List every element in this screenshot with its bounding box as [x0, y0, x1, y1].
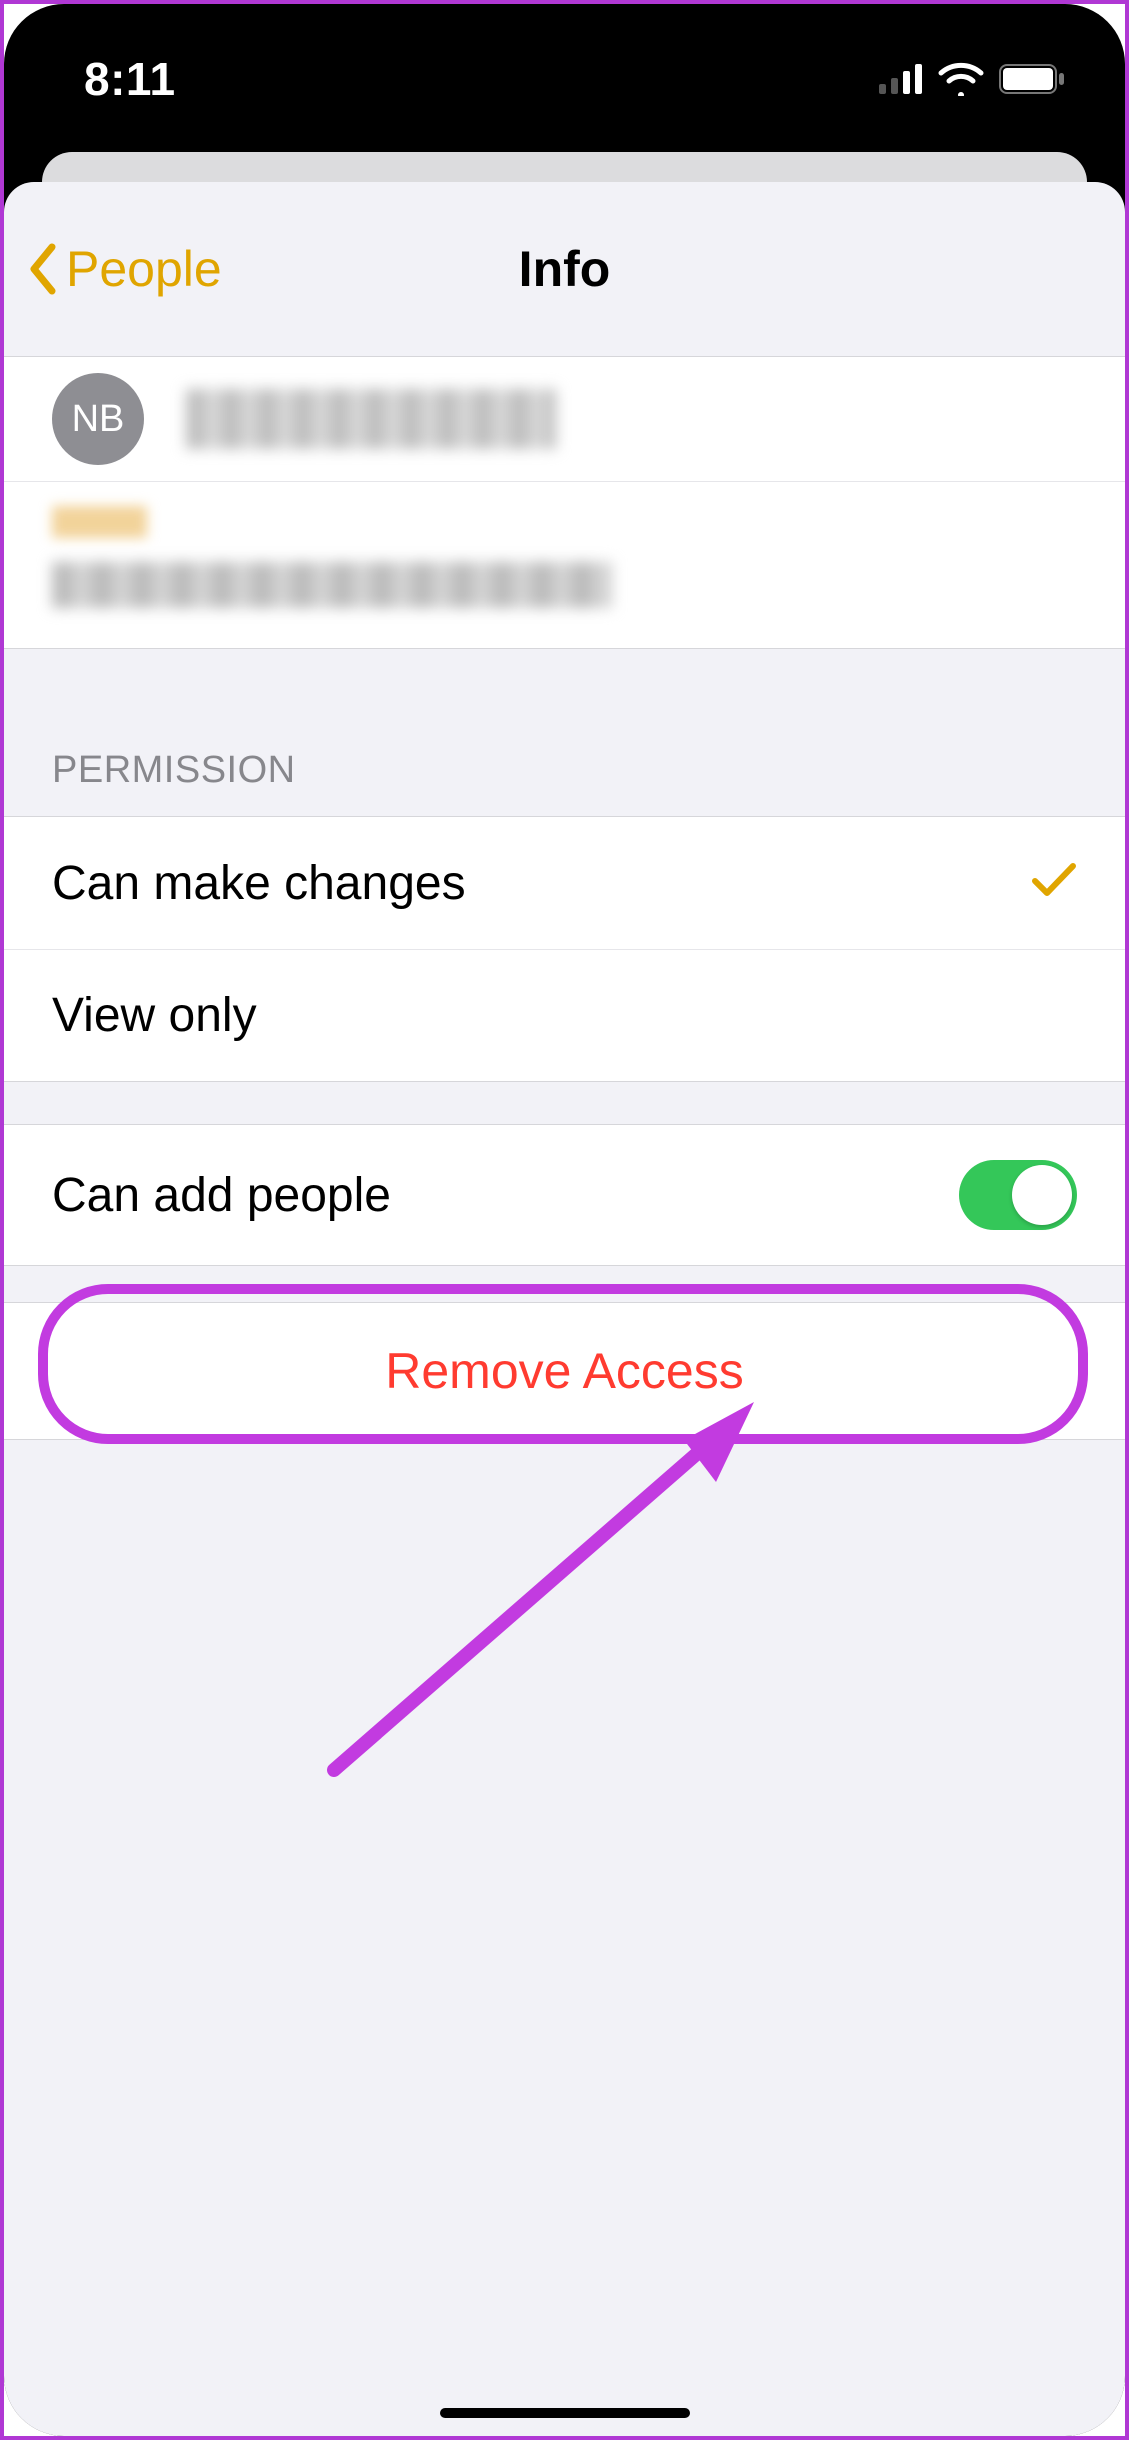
can-add-people-section: Can add people: [4, 1124, 1125, 1266]
person-row[interactable]: NB: [4, 357, 1125, 482]
back-button[interactable]: People: [26, 240, 222, 298]
remove-access-button[interactable]: Remove Access: [4, 1303, 1125, 1439]
home-indicator[interactable]: [440, 2408, 690, 2418]
remove-access-label: Remove Access: [385, 1342, 743, 1400]
status-icons: [879, 62, 1065, 96]
status-bar: 8:11: [4, 4, 1125, 154]
chevron-left-icon: [26, 243, 58, 295]
page-title: Info: [519, 240, 611, 298]
status-time: 8:11: [84, 52, 176, 106]
avatar: NB: [52, 373, 144, 465]
cellular-signal-icon: [879, 64, 923, 94]
permission-view-only[interactable]: View only: [4, 949, 1125, 1081]
can-add-people-toggle[interactable]: [959, 1160, 1077, 1230]
sheet: People Info NB PERMISSION Can make chang…: [4, 182, 1125, 2436]
can-add-people-row[interactable]: Can add people: [4, 1125, 1125, 1265]
nav-bar: People Info: [4, 182, 1125, 356]
remove-access-section: Remove Access: [4, 1302, 1125, 1440]
wifi-icon: [937, 62, 985, 96]
email-label-redacted: [52, 506, 147, 538]
permission-header: PERMISSION: [4, 649, 1125, 816]
phone-frame: 8:11: [4, 4, 1125, 2436]
toggle-knob: [1012, 1165, 1072, 1225]
permission-option-label: View only: [52, 988, 257, 1043]
permission-can-make-changes[interactable]: Can make changes: [4, 817, 1125, 949]
battery-icon: [999, 64, 1065, 94]
back-label: People: [66, 240, 222, 298]
person-section: NB: [4, 356, 1125, 649]
person-name-redacted: [186, 389, 556, 449]
permission-option-label: Can make changes: [52, 856, 466, 911]
person-email-row[interactable]: [4, 482, 1125, 648]
person-email-redacted: [52, 562, 612, 608]
permission-section: Can make changes View only: [4, 816, 1125, 1082]
can-add-people-label: Can add people: [52, 1168, 391, 1223]
checkmark-icon: [1031, 856, 1077, 911]
